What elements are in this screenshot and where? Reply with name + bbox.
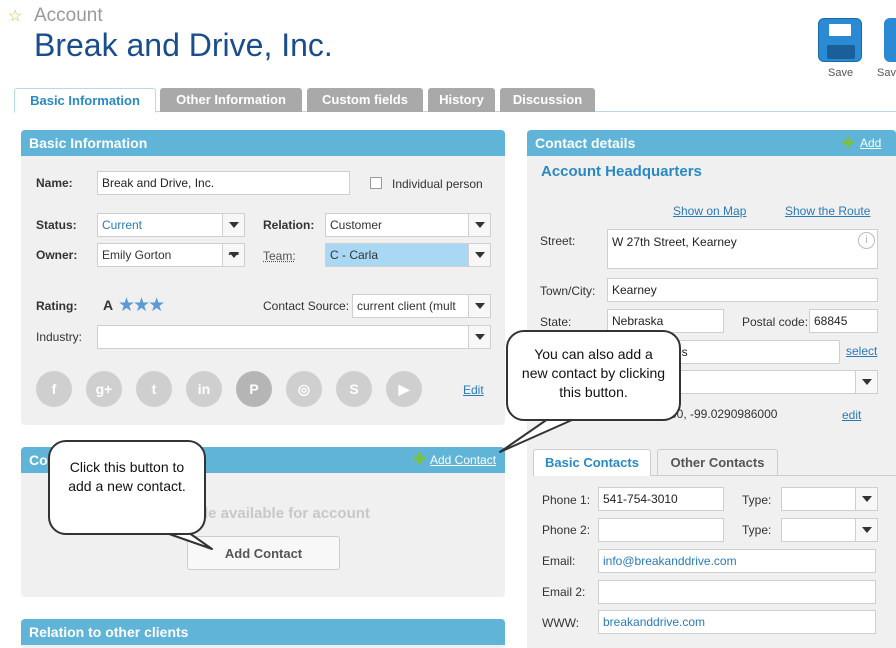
- callout-joint: [559, 408, 589, 416]
- callout-add-contact-link: You can also add a new contact by clicki…: [506, 330, 681, 421]
- callout-add-contact-button: Click this button to add a new contact.: [48, 440, 206, 535]
- callout-pointers: [151, 411, 591, 550]
- callout-joint: [153, 525, 181, 531]
